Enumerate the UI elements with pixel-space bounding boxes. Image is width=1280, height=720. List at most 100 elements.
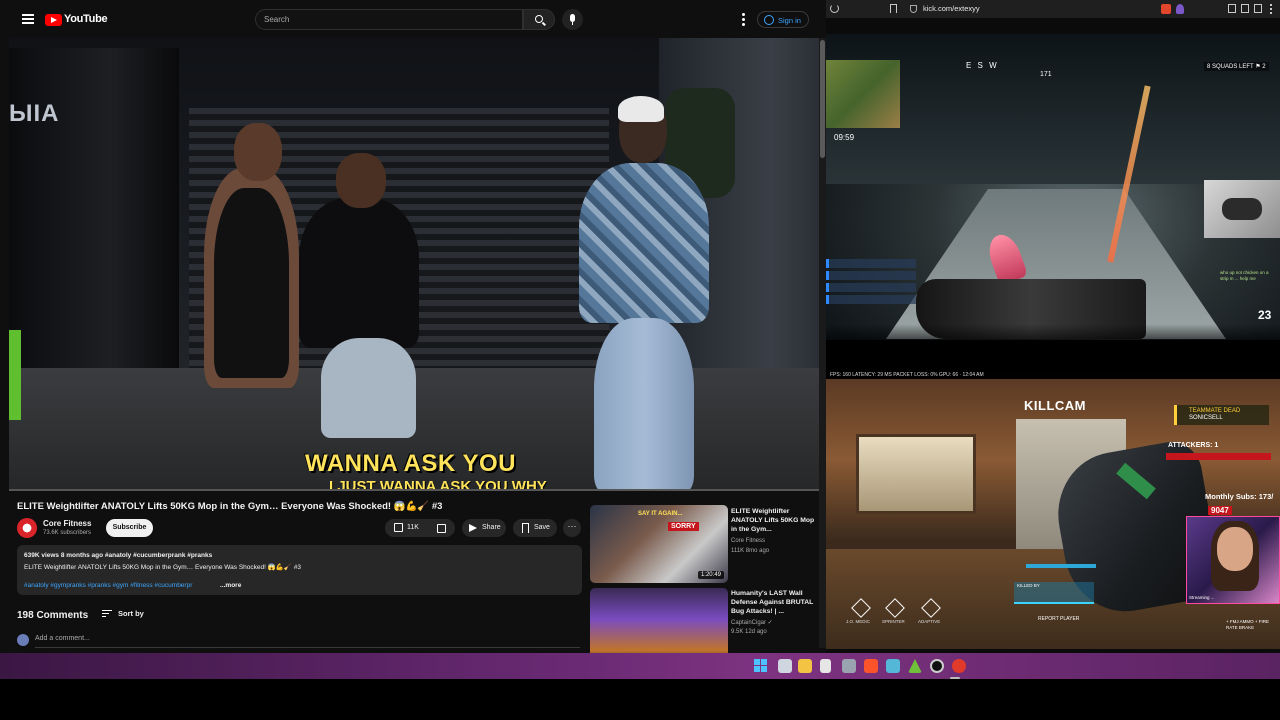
video-person-3-cap xyxy=(618,96,664,122)
recommended-title-2[interactable]: Humanity's LAST Wall Defense Against BRU… xyxy=(731,589,821,616)
killed-by-card: KILLED BY xyxy=(1014,582,1094,604)
like-button[interactable]: 11K xyxy=(385,519,455,537)
kick-window: kick.com/extexyy 09:59 E S W 171 8 SQUAD… xyxy=(826,0,1280,653)
wallet-icon[interactable] xyxy=(1254,4,1262,13)
obs-icon[interactable] xyxy=(930,659,944,673)
youtube-wordmark[interactable]: YouTube xyxy=(64,13,108,25)
stream-game-view-2[interactable]: KILLCAM TEAMMATE DEAD SONICSELL ATTACKER… xyxy=(826,379,1280,649)
webcam-streamer-face xyxy=(1217,527,1253,571)
attackers-bar xyxy=(1166,453,1271,460)
subscribe-button[interactable]: Subscribe xyxy=(106,519,153,537)
sprinter-perk-icon xyxy=(885,598,905,618)
video-person-2-shorts xyxy=(321,338,416,438)
recommended-meta-2: 9.5K 12d ago xyxy=(731,629,767,635)
video-player[interactable]: ЫIA WANNA ASK YOU I JUST WANNA ASK YOU W… xyxy=(9,38,819,491)
add-comment-input[interactable]: Add a comment... xyxy=(35,635,90,642)
youtube-masthead: YouTube Search Sign in xyxy=(0,0,826,38)
teammate-dead-name: SONICSELL xyxy=(1189,415,1223,421)
thumbnail-text-1: SAY IT AGAIN... xyxy=(638,511,683,517)
subs-counter: 9047 xyxy=(1208,506,1232,515)
site-info-icon[interactable] xyxy=(910,5,917,13)
user-icon xyxy=(764,15,774,25)
teammate-dead-label: TEAMMATE DEAD xyxy=(1189,408,1241,414)
description-box[interactable]: 639K views 8 months ago #anatoly #cucumb… xyxy=(17,545,582,595)
search-input[interactable]: Search xyxy=(255,9,523,30)
thumbs-down-icon[interactable] xyxy=(437,524,446,533)
address-bar[interactable]: kick.com/extexyy xyxy=(923,4,980,13)
share-button[interactable]: Share xyxy=(462,519,506,537)
video-duration: 1:20:49 xyxy=(697,571,724,579)
thumbnail-text-2: SORRY xyxy=(668,522,699,531)
youtube-logo-icon[interactable] xyxy=(45,14,62,26)
reload-icon[interactable] xyxy=(830,4,839,13)
recommended-thumbnail-1[interactable]: SAY IT AGAIN... SORRY 1:20:49 xyxy=(590,505,728,583)
browser-toolbar: kick.com/extexyy xyxy=(826,0,1280,18)
thumbs-up-icon xyxy=(394,523,403,532)
killcam-label: KILLCAM xyxy=(1024,398,1086,413)
comments-count: 198 Comments xyxy=(17,610,89,621)
video-person-2 xyxy=(299,198,419,348)
sign-in-button[interactable]: Sign in xyxy=(757,11,809,28)
notepad-icon[interactable] xyxy=(820,659,831,673)
recommended-channel-2[interactable]: CaptainCigar ✓ xyxy=(731,619,773,626)
settings-more-icon[interactable] xyxy=(742,13,745,26)
page-scrollbar-thumb[interactable] xyxy=(820,40,825,158)
save-label: Save xyxy=(534,524,550,531)
media-icon[interactable] xyxy=(1228,4,1236,13)
bookmark-icon[interactable] xyxy=(890,4,897,13)
description-more-link[interactable]: ...more xyxy=(220,582,241,589)
description-text: ELITE Weightlifter ANATOLY Lifts 50KG Mo… xyxy=(24,564,302,571)
save-button[interactable]: Save xyxy=(513,519,557,537)
video-person-2-head xyxy=(336,153,386,208)
more-actions-button[interactable]: ··· xyxy=(563,519,581,537)
round-timer: 09:59 xyxy=(834,133,855,142)
game1-hud-bar xyxy=(826,324,1280,340)
recommended-meta-1: 111K 8mo ago xyxy=(731,548,770,554)
start-windows-icon[interactable] xyxy=(754,659,768,673)
ammo-count: 23 xyxy=(1258,308,1272,322)
search-icon xyxy=(535,15,543,23)
squads-left: 8 SQUADS LEFT ⚑ 2 xyxy=(1204,62,1269,71)
calculator-icon[interactable] xyxy=(886,659,900,673)
report-player-button[interactable]: REPORT PLAYER xyxy=(1038,616,1079,622)
controller-cam xyxy=(1204,180,1280,238)
stream-game-view-1[interactable]: 09:59 E S W 171 8 SQUADS LEFT ⚑ 2 who up… xyxy=(826,34,1280,340)
brave-browser-icon[interactable] xyxy=(864,659,878,673)
video-scene-bench xyxy=(9,330,21,420)
game-launcher-icon[interactable] xyxy=(908,659,922,673)
taskbar xyxy=(0,653,1280,679)
channel-avatar[interactable] xyxy=(17,518,37,538)
description-tags[interactable]: #anatoly #gympranks #pranks #gym #fitnes… xyxy=(24,582,192,589)
sidebar-icon[interactable] xyxy=(1241,4,1249,13)
app-icon[interactable] xyxy=(842,659,856,673)
channel-name[interactable]: Core Fitness xyxy=(43,519,91,528)
recommended-channel-1[interactable]: Core Fitness xyxy=(731,538,765,544)
share-icon xyxy=(469,524,477,532)
recommended-thumbnail-2[interactable] xyxy=(590,588,728,653)
perk-list: J.O. MEDIC SPRINTER ADAPTIVE xyxy=(846,598,976,627)
chrome-icon[interactable] xyxy=(952,659,966,673)
video-progress-bar[interactable] xyxy=(9,489,819,491)
perk-label-2: SPRINTER xyxy=(882,619,905,624)
sort-by-button[interactable]: Sort by xyxy=(118,609,144,618)
channel-subscribers: 73.6K subscribers xyxy=(43,530,92,536)
brave-shield-icon[interactable] xyxy=(1161,4,1171,14)
search-button[interactable] xyxy=(523,9,555,30)
extension-icon[interactable] xyxy=(1176,4,1184,14)
sort-icon[interactable] xyxy=(102,610,112,619)
file-explorer-icon[interactable] xyxy=(798,659,812,673)
youtube-window: YouTube Search Sign in ЫIA WANNA ASK YOU… xyxy=(0,0,826,653)
webcam-label: Streaming ... xyxy=(1189,595,1215,600)
team-status xyxy=(826,259,916,321)
voice-search-icon[interactable] xyxy=(562,9,583,30)
recommended-title-1[interactable]: ELITE Weightlifter ANATOLY Lifts 50KG Mo… xyxy=(731,507,821,534)
task-view-icon[interactable] xyxy=(778,659,792,673)
browser-menu-icon[interactable] xyxy=(1270,4,1272,14)
screen-bottom-border xyxy=(0,679,1280,720)
video-person-1-head xyxy=(234,123,282,181)
stream-divider xyxy=(826,340,1280,370)
perk-label-1: J.O. MEDIC xyxy=(846,619,871,624)
compass: E S W xyxy=(966,61,999,70)
menu-icon[interactable] xyxy=(22,14,34,24)
description-meta: 639K views 8 months ago #anatoly #cucumb… xyxy=(24,552,213,559)
